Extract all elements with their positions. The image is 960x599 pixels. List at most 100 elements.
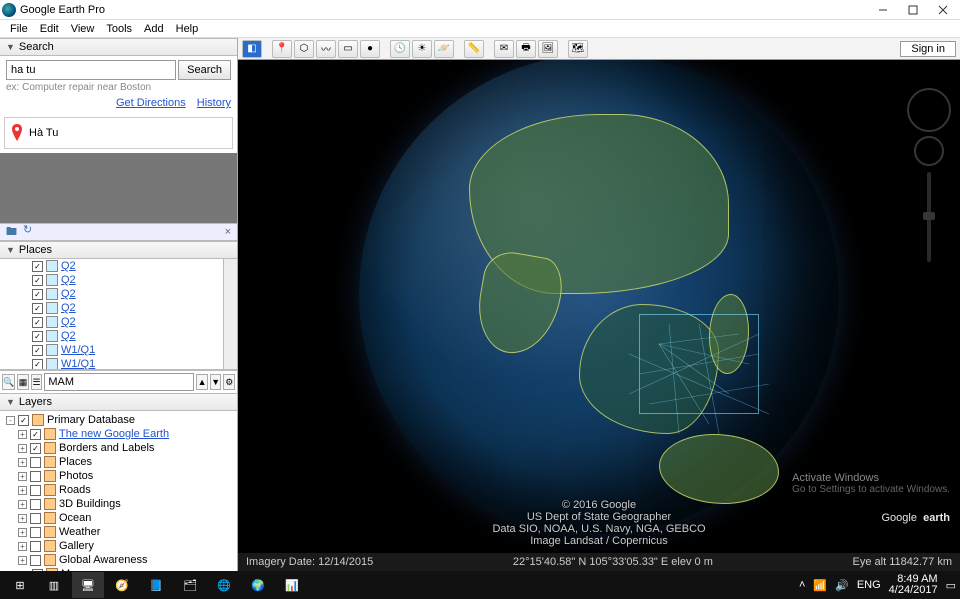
- view-in-maps-button[interactable]: 🗺: [568, 40, 588, 58]
- layer-item[interactable]: +Gallery: [0, 539, 237, 553]
- get-directions-link[interactable]: Get Directions: [116, 97, 186, 109]
- places-panel-header[interactable]: ▼ Places: [0, 241, 237, 259]
- search-result[interactable]: Hà Tu: [4, 117, 233, 149]
- expand-icon[interactable]: -: [6, 416, 15, 425]
- find-icon[interactable]: 🔍: [2, 374, 15, 390]
- checkbox-icon[interactable]: [30, 555, 41, 566]
- globe[interactable]: [359, 60, 839, 534]
- maximize-button[interactable]: [898, 0, 928, 19]
- checkbox-icon[interactable]: ✓: [32, 303, 43, 314]
- email-button[interactable]: ✉: [494, 40, 514, 58]
- menu-file[interactable]: File: [4, 21, 34, 37]
- places-filter-input[interactable]: [44, 373, 194, 391]
- taskbar-app[interactable]: 🌐: [208, 572, 240, 598]
- hide-sidebar-button[interactable]: ◧: [242, 40, 262, 58]
- search-panel-header[interactable]: ▼ Search: [0, 38, 237, 56]
- checkbox-icon[interactable]: [30, 527, 41, 538]
- windows-taskbar[interactable]: ⊞ ▥ 🖥 🧭 📘 🗂 🌐 🌍 📊 ˄ 📶 🔊 ENG 8:49 AM 4/24…: [0, 571, 960, 599]
- taskbar-app[interactable]: 🗂: [174, 572, 206, 598]
- layers-tree[interactable]: -✓Primary Database+✓The new Google Earth…: [0, 411, 237, 571]
- checkbox-icon[interactable]: ✓: [30, 429, 41, 440]
- taskbar-app[interactable]: 📘: [140, 572, 172, 598]
- ruler-button[interactable]: 📏: [464, 40, 484, 58]
- menu-view[interactable]: View: [65, 21, 101, 37]
- expand-icon[interactable]: +: [18, 486, 27, 495]
- sign-in-button[interactable]: Sign in: [900, 41, 956, 57]
- places-item[interactable]: ✓W1/Q1: [0, 343, 237, 357]
- minimize-button[interactable]: [868, 0, 898, 19]
- save-image-button[interactable]: 🖼: [538, 40, 558, 58]
- expand-icon[interactable]: +: [18, 444, 27, 453]
- record-tour-button[interactable]: ●: [360, 40, 380, 58]
- checkbox-icon[interactable]: ✓: [32, 275, 43, 286]
- taskbar-app[interactable]: 📊: [276, 572, 308, 598]
- places-item[interactable]: ✓W1/Q1: [0, 357, 237, 370]
- zoom-slider[interactable]: [927, 172, 931, 262]
- clock[interactable]: 8:49 AM 4/24/2017: [889, 574, 938, 596]
- tray-network-icon[interactable]: 📶: [813, 579, 827, 592]
- checkbox-icon[interactable]: ✓: [30, 443, 41, 454]
- places-item[interactable]: ✓Q2: [0, 273, 237, 287]
- sunlight-button[interactable]: ☀: [412, 40, 432, 58]
- layer-item[interactable]: +3D Buildings: [0, 497, 237, 511]
- print-button[interactable]: 🖶: [516, 40, 536, 58]
- places-item[interactable]: ✓Q2: [0, 315, 237, 329]
- layer-item[interactable]: +Ocean: [0, 511, 237, 525]
- close-button[interactable]: [928, 0, 958, 19]
- image-overlay-button[interactable]: ▭: [338, 40, 358, 58]
- menu-help[interactable]: Help: [170, 21, 205, 37]
- places-item[interactable]: ✓Q2: [0, 259, 237, 273]
- expand-icon[interactable]: +: [18, 500, 27, 509]
- layer-item[interactable]: +Weather: [0, 525, 237, 539]
- checkbox-icon[interactable]: [30, 499, 41, 510]
- checkbox-icon[interactable]: [30, 457, 41, 468]
- expand-icon[interactable]: +: [18, 556, 27, 565]
- expand-icon[interactable]: +: [18, 430, 27, 439]
- up-button[interactable]: ▲: [196, 374, 208, 390]
- navigation-controls[interactable]: [904, 88, 954, 262]
- expand-icon[interactable]: +: [18, 458, 27, 467]
- checkbox-icon[interactable]: [30, 541, 41, 552]
- expand-icon[interactable]: +: [18, 514, 27, 523]
- taskbar-app[interactable]: 🧭: [106, 572, 138, 598]
- places-tree[interactable]: ✓Q2✓Q2✓Q2✓Q2✓Q2✓Q2✓W1/Q1✓W1/Q1✓Q1✓Q1✓Q1✓…: [0, 259, 237, 370]
- grid-icon[interactable]: ▦: [17, 374, 29, 390]
- taskview-icon[interactable]: ▥: [38, 572, 70, 598]
- taskbar-app[interactable]: 🖥: [72, 572, 104, 598]
- path-button[interactable]: 〰: [316, 40, 336, 58]
- menu-tools[interactable]: Tools: [100, 21, 138, 37]
- checkbox-icon[interactable]: [30, 485, 41, 496]
- checkbox-icon[interactable]: ✓: [32, 261, 43, 272]
- placemark-button[interactable]: 📍: [272, 40, 292, 58]
- checkbox-icon[interactable]: ✓: [32, 331, 43, 342]
- layer-item[interactable]: +Places: [0, 455, 237, 469]
- checkbox-icon[interactable]: [30, 471, 41, 482]
- folder-icon[interactable]: 🖿: [6, 223, 17, 242]
- places-item[interactable]: ✓Q2: [0, 287, 237, 301]
- start-button[interactable]: ⊞: [4, 572, 36, 598]
- move-ring[interactable]: [914, 136, 944, 166]
- polygon-button[interactable]: ⬡: [294, 40, 314, 58]
- tray-volume-icon[interactable]: 🔊: [835, 579, 849, 592]
- planet-button[interactable]: 🪐: [434, 40, 454, 58]
- checkbox-icon[interactable]: ✓: [32, 289, 43, 300]
- layers-panel-header[interactable]: ▼ Layers: [0, 393, 237, 411]
- expand-icon[interactable]: +: [18, 528, 27, 537]
- expand-icon[interactable]: +: [18, 542, 27, 551]
- checkbox-icon[interactable]: [32, 569, 43, 572]
- history-link[interactable]: History: [197, 97, 231, 109]
- places-item[interactable]: ✓Q2: [0, 301, 237, 315]
- down-button[interactable]: ▼: [210, 374, 222, 390]
- globe-canvas[interactable]: © 2016 Google US Dept of State Geographe…: [238, 60, 960, 551]
- search-input[interactable]: [6, 60, 176, 80]
- checkbox-icon[interactable]: ✓: [32, 345, 43, 356]
- history-button[interactable]: 🕓: [390, 40, 410, 58]
- close-search-icon[interactable]: ×: [225, 226, 231, 238]
- layer-item[interactable]: +✓Borders and Labels: [0, 441, 237, 455]
- list-icon[interactable]: ☰: [31, 374, 43, 390]
- layer-item[interactable]: More: [0, 567, 237, 571]
- taskbar-app[interactable]: 🌍: [242, 572, 274, 598]
- menu-edit[interactable]: Edit: [34, 21, 65, 37]
- language-indicator[interactable]: ENG: [857, 579, 881, 591]
- notifications-icon[interactable]: ▭: [946, 579, 956, 592]
